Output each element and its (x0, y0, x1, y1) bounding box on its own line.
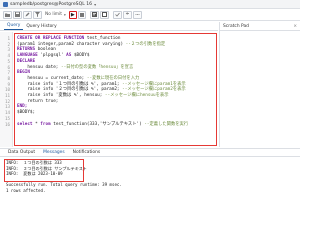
explain-analyze-button[interactable] (99, 10, 109, 19)
database-icon (3, 1, 8, 7)
run-button[interactable]: ▶ (68, 10, 77, 19)
scratch-pad-header: Scratch Pad × (220, 22, 300, 31)
messages-panel: INFO: １つ目の引数は 333 INFO: ２つ目の引数は サンプルテキスト I… (0, 158, 300, 208)
close-icon[interactable]: × (293, 24, 297, 29)
chevron-down-icon: ▾ (64, 12, 66, 17)
message-line: 1 rows affected. (6, 188, 46, 193)
stop-icon (79, 12, 84, 17)
save-button[interactable] (13, 10, 22, 19)
save-icon (15, 12, 20, 17)
explain-icon (91, 12, 97, 17)
scratch-pad-panel: Scratch Pad × (219, 22, 300, 147)
analyze-icon (101, 12, 107, 17)
scratch-pad-title[interactable]: Scratch Pad (223, 24, 249, 29)
query-tool-titlebar: sampledb/postgres@PostgreSQL 16 ▾ (0, 0, 300, 9)
limit-select-label: No limit (45, 12, 63, 17)
commit-icon (115, 12, 120, 17)
tab-query[interactable]: Query (4, 23, 24, 30)
editor-tabs: Query Query History (0, 22, 218, 31)
more-icon (135, 14, 140, 15)
play-icon: ▶ (70, 11, 75, 18)
tab-messages[interactable]: Messages (39, 150, 69, 155)
folder-icon (5, 13, 10, 17)
query-toolbar: No limit ▾ ▶ (0, 9, 300, 21)
filter-icon (35, 12, 40, 17)
explain-button[interactable] (89, 10, 99, 19)
tab-data-output[interactable]: Data Output (4, 150, 39, 155)
filter-button[interactable] (33, 10, 42, 19)
chevron-down-icon[interactable]: ▾ (94, 2, 96, 7)
edit-button[interactable] (23, 10, 32, 19)
connection-title[interactable]: sampledb/postgres@PostgreSQL 16 (10, 2, 92, 7)
rollback-button[interactable] (122, 10, 132, 19)
tab-notifications[interactable]: Notifications (69, 150, 104, 155)
highlight-box (14, 33, 217, 146)
tab-query-history[interactable]: Query History (23, 24, 59, 30)
line-number: 16 (4, 121, 10, 127)
sql-editor[interactable]: 1 2 3 4 5 6 7 8 9 10 11 12 13 14 15 16 CREATE OR REPLAC… (0, 32, 218, 147)
limit-select[interactable]: No limit ▾ (43, 11, 68, 19)
pencil-icon (25, 12, 30, 17)
commit-button[interactable] (112, 10, 122, 19)
open-file-button[interactable] (3, 10, 12, 19)
output-tabs: Data Output Messages Notifications (0, 148, 300, 157)
stop-button[interactable] (77, 10, 86, 19)
message-line: INFO: 変数は 2023-10-09 (6, 171, 63, 177)
line-number-gutter: 1 2 3 4 5 6 7 8 9 10 11 12 13 14 15 16 (0, 32, 13, 147)
more-options-button[interactable] (132, 10, 142, 19)
rollback-icon (125, 12, 129, 15)
